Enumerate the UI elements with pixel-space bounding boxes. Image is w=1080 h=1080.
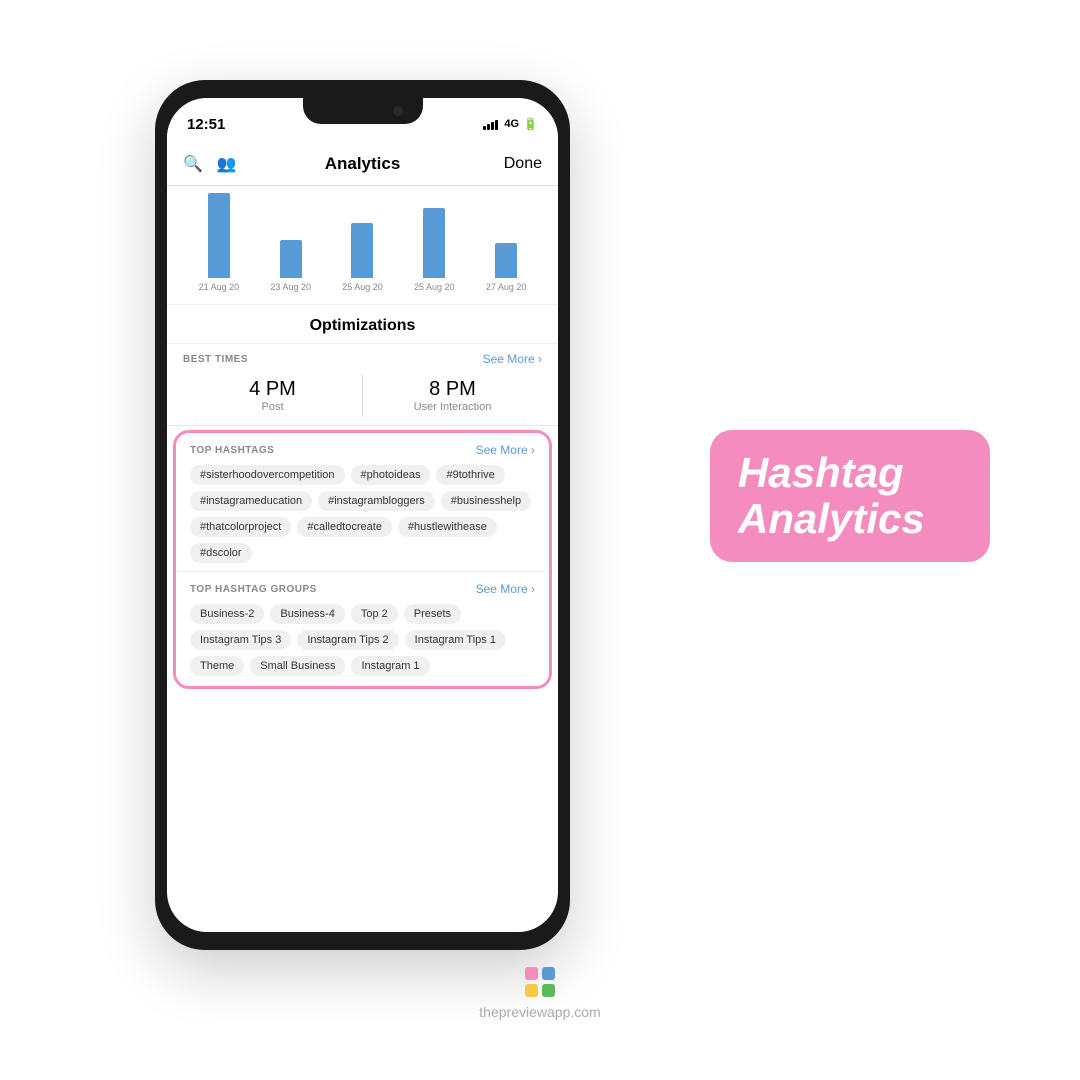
chart-bar-3 [351,223,373,278]
chart-label-2: 23 Aug 20 [270,282,311,292]
group-chip[interactable]: Instagram Tips 1 [405,630,506,650]
chart-bar-1 [208,193,230,278]
chart-label-3: 25 Aug 20 [342,282,383,292]
best-time-post-value: 4 PM [183,378,362,401]
camera-icon [393,106,403,116]
chart-bar-group-5: 27 Aug 20 [486,243,527,292]
best-time-interaction-desc: User Interaction [363,401,542,413]
group-chip[interactable]: Business-2 [190,604,264,624]
chart-label-1: 21 Aug 20 [199,282,240,292]
best-time-interaction: 8 PM User Interaction [363,374,542,417]
phone-screen: 12:51 4G 🔋 [167,98,558,932]
people-icon[interactable] [217,154,237,174]
chart-bar-group-1: 21 Aug 20 [199,193,240,292]
hashtag-analytics-text: Hashtag Analytics [738,450,962,542]
nav-bar: Analytics Done [167,142,558,186]
top-hashtags-see-more[interactable]: See More › [476,443,535,457]
status-time: 12:51 [187,116,225,133]
hashtag-analytics-badge: Hashtag Analytics [710,430,990,562]
best-times-section: BEST TIMES See More › 4 PM Post 8 PM Use… [167,344,558,426]
page-container: 12:51 4G 🔋 [0,0,1080,1080]
group-chips: Business-2 Business-4 Top 2 Presets Inst… [190,604,535,676]
hashtag-chip[interactable]: #thatcolorproject [190,517,291,537]
group-chip[interactable]: Small Business [250,656,345,676]
hashtag-chips: #sisterhoodovercompetition #photoideas #… [190,465,535,563]
best-time-post-desc: Post [183,401,362,413]
notch [303,98,423,124]
top-groups-label: TOP HASHTAG GROUPS [190,584,317,595]
battery-icon: 🔋 [523,117,538,131]
top-groups-section: TOP HASHTAG GROUPS See More › Business-2… [176,572,549,686]
hashtag-chip[interactable]: #dscolor [190,543,252,563]
best-times-label: BEST TIMES [183,354,248,365]
top-groups-see-more[interactable]: See More › [476,582,535,596]
chart-bar-4 [423,208,445,278]
chart-label-4: 25 Aug 20 [414,282,455,292]
chart-bar-2 [280,240,302,278]
highlighted-section: TOP HASHTAGS See More › #sisterhoodoverc… [173,430,552,689]
optimizations-title: Optimizations [310,317,416,334]
group-chip[interactable]: Theme [190,656,244,676]
chart-bar-group-3: 25 Aug 20 [342,223,383,292]
chart-label-5: 27 Aug 20 [486,282,527,292]
chart-bar-group-4: 25 Aug 20 [414,208,455,292]
best-times-see-more[interactable]: See More › [483,352,542,366]
top-hashtags-header: TOP HASHTAGS See More › [190,443,535,457]
best-times-header: BEST TIMES See More › [183,352,542,366]
chart-bar-5 [495,243,517,278]
nav-title: Analytics [325,154,401,174]
hashtag-chip[interactable]: #calledtocreate [297,517,392,537]
nav-left [183,154,237,174]
chart-bar-group-2: 23 Aug 20 [270,240,311,292]
hashtag-chip[interactable]: #instagrambloggers [318,491,435,511]
group-chip[interactable]: Top 2 [351,604,398,624]
best-times-grid: 4 PM Post 8 PM User Interaction [183,374,542,417]
signal-icon [483,118,498,130]
group-chip[interactable]: Presets [404,604,461,624]
done-button[interactable]: Done [504,155,542,173]
hashtag-chip[interactable]: #hustlewithease [398,517,497,537]
best-time-interaction-value: 8 PM [363,378,542,401]
status-icons: 4G 🔋 [483,117,538,131]
hashtag-chip[interactable]: #photoideas [351,465,431,485]
group-chip[interactable]: Instagram 1 [351,656,429,676]
best-time-post: 4 PM Post [183,374,363,417]
hashtag-chip[interactable]: #instagrameducation [190,491,312,511]
chart-area: 21 Aug 20 23 Aug 20 25 Aug 20 25 Au [167,186,558,305]
top-hashtags-section: TOP HASHTAGS See More › #sisterhoodoverc… [176,433,549,572]
search-icon[interactable] [183,154,203,174]
top-hashtags-label: TOP HASHTAGS [190,445,274,456]
top-groups-header: TOP HASHTAG GROUPS See More › [190,582,535,596]
network-label: 4G [504,118,519,130]
hashtag-chip[interactable]: #businesshelp [441,491,531,511]
optimizations-section: Optimizations [167,305,558,344]
footer: thepreviewapp.com [0,966,1080,1020]
hashtag-chip[interactable]: #9tothrive [436,465,504,485]
group-chip[interactable]: Instagram Tips 3 [190,630,291,650]
group-chip[interactable]: Instagram Tips 2 [297,630,398,650]
hashtag-chip[interactable]: #sisterhoodovercompetition [190,465,345,485]
app-logo [524,966,556,998]
phone-frame: 12:51 4G 🔋 [155,80,570,950]
screen-content: 12:51 4G 🔋 [167,98,558,932]
group-chip[interactable]: Business-4 [270,604,344,624]
chart-bars: 21 Aug 20 23 Aug 20 25 Aug 20 25 Au [183,196,542,296]
footer-url: thepreviewapp.com [479,1004,600,1020]
